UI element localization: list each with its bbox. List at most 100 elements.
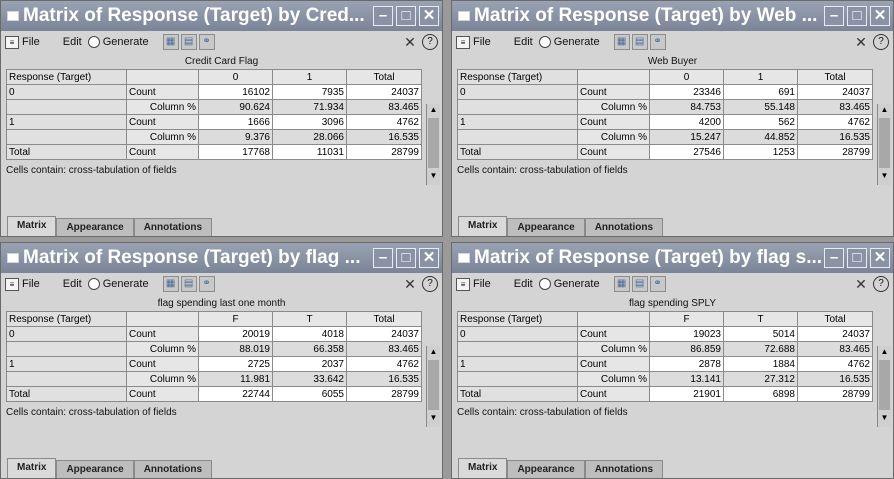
close-output-icon[interactable]: ✕ <box>853 276 869 292</box>
close-output-icon[interactable]: ✕ <box>402 276 418 292</box>
matrix-cell[interactable]: 4018 <box>272 326 347 342</box>
matrix-cell[interactable]: 16.535 <box>797 129 873 145</box>
column-header[interactable]: 1 <box>272 69 347 85</box>
document-icon[interactable]: ▤ <box>631 34 648 50</box>
matrix-cell[interactable]: 23346 <box>649 84 724 100</box>
document-icon[interactable]: ▤ <box>180 34 197 50</box>
matrix-cell[interactable]: 3096 <box>272 114 347 130</box>
scroll-thumb[interactable] <box>879 360 890 410</box>
matrix-cell[interactable]: 2878 <box>649 356 724 372</box>
matrix-cell[interactable]: 1666 <box>198 114 273 130</box>
matrix-cell[interactable]: 15.247 <box>649 129 724 145</box>
matrix-cell[interactable]: 4762 <box>346 114 422 130</box>
matrix-cell[interactable]: 4762 <box>346 356 422 372</box>
title-bar[interactable]: Matrix of Response (Target) by flag ... … <box>1 243 442 273</box>
tab-appearance[interactable]: Appearance <box>56 460 134 478</box>
matrix-cell[interactable]: 4200 <box>649 114 724 130</box>
help-icon[interactable]: ? <box>873 34 889 50</box>
chart-icon[interactable]: ▦ <box>613 276 630 292</box>
scroll-up-icon[interactable]: ▲ <box>427 346 440 358</box>
matrix-cell[interactable]: 2725 <box>198 356 273 372</box>
scroll-down-icon[interactable]: ▼ <box>878 412 891 424</box>
matrix-cell[interactable]: 16.535 <box>346 371 422 387</box>
document-icon[interactable]: ▤ <box>180 276 197 292</box>
edit-menu[interactable]: Edit <box>45 277 82 291</box>
scroll-up-icon[interactable]: ▲ <box>878 346 891 358</box>
matrix-cell[interactable]: 88.019 <box>198 341 273 357</box>
tab-annotations[interactable]: Annotations <box>133 460 213 478</box>
matrix-cell[interactable]: 691 <box>723 84 798 100</box>
matrix-cell[interactable]: 20019 <box>198 326 273 342</box>
minimize-icon[interactable]: – <box>373 248 393 268</box>
matrix-cell[interactable]: 5014 <box>723 326 798 342</box>
file-menu[interactable]: ≡ File <box>5 35 40 49</box>
matrix-cell[interactable]: 9.376 <box>198 129 273 145</box>
title-bar[interactable]: Matrix of Response (Target) by Web ... –… <box>452 1 893 31</box>
matrix-cell[interactable]: 7935 <box>272 84 347 100</box>
scroll-thumb[interactable] <box>428 360 439 410</box>
matrix-scrollbar[interactable]: ▲ ▼ <box>877 346 891 427</box>
matrix-cell[interactable]: 22744 <box>198 386 273 402</box>
matrix-cell[interactable]: 66.358 <box>272 341 347 357</box>
maximize-icon[interactable]: □ <box>396 248 416 268</box>
tab-matrix[interactable]: Matrix <box>7 458 57 478</box>
close-window-icon[interactable]: ✕ <box>419 248 439 268</box>
matrix-cell[interactable]: 71.934 <box>272 99 347 115</box>
close-output-icon[interactable]: ✕ <box>402 34 418 50</box>
file-menu[interactable]: ≡ File <box>456 277 491 291</box>
matrix-cell[interactable]: 72.688 <box>723 341 798 357</box>
matrix-cell[interactable]: 1884 <box>723 356 798 372</box>
matrix-cell[interactable]: 28799 <box>797 144 873 160</box>
matrix-cell[interactable]: 33.642 <box>272 371 347 387</box>
window-menu-icon[interactable] <box>458 11 470 21</box>
matrix-cell[interactable]: 19023 <box>649 326 724 342</box>
matrix-cell[interactable]: 11031 <box>272 144 347 160</box>
matrix-scrollbar[interactable]: ▲ ▼ <box>877 104 891 185</box>
column-header[interactable]: 0 <box>649 69 724 85</box>
matrix-cell[interactable]: 44.852 <box>723 129 798 145</box>
column-header[interactable]: Total <box>797 69 873 85</box>
tab-appearance[interactable]: Appearance <box>507 460 585 478</box>
close-window-icon[interactable]: ✕ <box>419 6 439 26</box>
matrix-cell[interactable]: 16.535 <box>346 129 422 145</box>
close-window-icon[interactable]: ✕ <box>870 6 890 26</box>
tab-matrix[interactable]: Matrix <box>458 216 508 236</box>
scroll-thumb[interactable] <box>879 118 890 168</box>
generate-menu[interactable]: Generate <box>87 36 149 48</box>
tab-matrix[interactable]: Matrix <box>458 458 508 478</box>
edit-menu[interactable]: Edit <box>496 277 533 291</box>
matrix-cell[interactable]: 2037 <box>272 356 347 372</box>
column-header[interactable]: 0 <box>198 69 273 85</box>
link-icon[interactable]: ⚭ <box>649 34 666 50</box>
scroll-down-icon[interactable]: ▼ <box>878 170 891 182</box>
help-icon[interactable]: ? <box>422 276 438 292</box>
matrix-cell[interactable]: 24037 <box>346 326 422 342</box>
matrix-cell[interactable]: 83.465 <box>346 99 422 115</box>
matrix-cell[interactable]: 28.066 <box>272 129 347 145</box>
matrix-cell[interactable]: 11.981 <box>198 371 273 387</box>
matrix-cell[interactable]: 16.535 <box>797 371 873 387</box>
column-header[interactable]: T <box>272 311 347 327</box>
title-bar[interactable]: Matrix of Response (Target) by flag s...… <box>452 243 893 273</box>
tab-matrix[interactable]: Matrix <box>7 216 57 236</box>
matrix-scrollbar[interactable]: ▲ ▼ <box>426 104 440 185</box>
matrix-cell[interactable]: 4762 <box>797 356 873 372</box>
column-header[interactable]: Total <box>797 311 873 327</box>
file-menu[interactable]: ≡ File <box>5 277 40 291</box>
minimize-icon[interactable]: – <box>373 6 393 26</box>
column-header[interactable]: Total <box>346 69 422 85</box>
chart-icon[interactable]: ▦ <box>162 276 179 292</box>
tab-appearance[interactable]: Appearance <box>56 218 134 236</box>
tab-annotations[interactable]: Annotations <box>584 460 664 478</box>
tab-appearance[interactable]: Appearance <box>507 218 585 236</box>
matrix-cell[interactable]: 6055 <box>272 386 347 402</box>
scroll-down-icon[interactable]: ▼ <box>427 170 440 182</box>
help-icon[interactable]: ? <box>422 34 438 50</box>
matrix-cell[interactable]: 83.465 <box>346 341 422 357</box>
close-window-icon[interactable]: ✕ <box>870 248 890 268</box>
link-icon[interactable]: ⚭ <box>198 276 215 292</box>
edit-menu[interactable]: Edit <box>45 35 82 49</box>
scroll-up-icon[interactable]: ▲ <box>878 104 891 116</box>
matrix-cell[interactable]: 24037 <box>346 84 422 100</box>
column-header[interactable]: F <box>198 311 273 327</box>
